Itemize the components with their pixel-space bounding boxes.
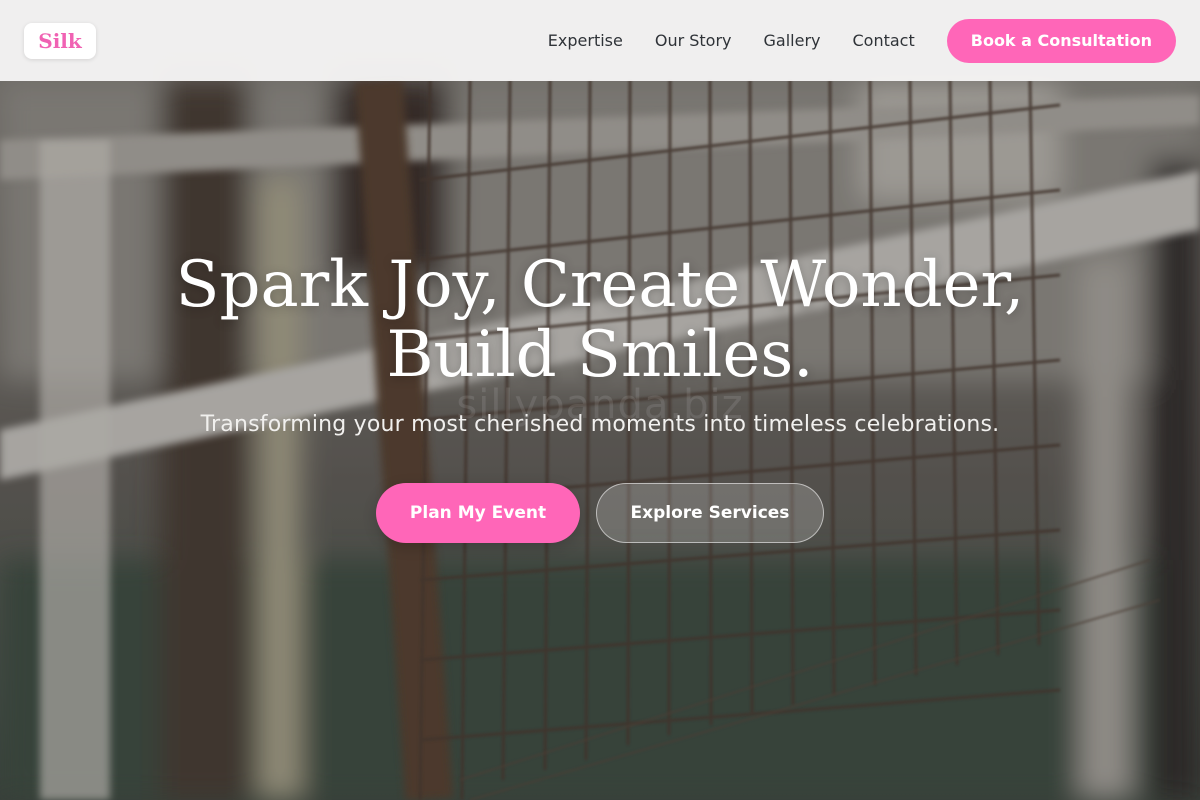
site-header: Silk Expertise Our Story Gallery Contact… [0, 0, 1200, 81]
hero-button-group: Plan My Event Explore Services [0, 483, 1200, 543]
explore-services-button[interactable]: Explore Services [596, 483, 824, 543]
main-nav: Expertise Our Story Gallery Contact Book… [548, 18, 1176, 63]
logo-text: Silk [38, 28, 82, 53]
nav-link-contact[interactable]: Contact [853, 31, 915, 50]
nav-link-expertise[interactable]: Expertise [548, 31, 623, 50]
hero-section: Spark Joy, Create Wonder, Build Smiles. … [0, 250, 1200, 543]
hero-headline-line2: Build Smiles. [386, 318, 814, 392]
hero-headline: Spark Joy, Create Wonder, Build Smiles. [0, 250, 1200, 390]
book-consultation-button[interactable]: Book a Consultation [946, 18, 1176, 63]
hero-headline-line1: Spark Joy, Create Wonder, [175, 248, 1025, 322]
nav-link-gallery[interactable]: Gallery [764, 31, 821, 50]
plan-my-event-button[interactable]: Plan My Event [376, 483, 580, 543]
nav-link-our-story[interactable]: Our Story [655, 31, 732, 50]
hero-subheadline: Transforming your most cherished moments… [200, 412, 1000, 437]
brand-logo[interactable]: Silk [24, 22, 96, 59]
